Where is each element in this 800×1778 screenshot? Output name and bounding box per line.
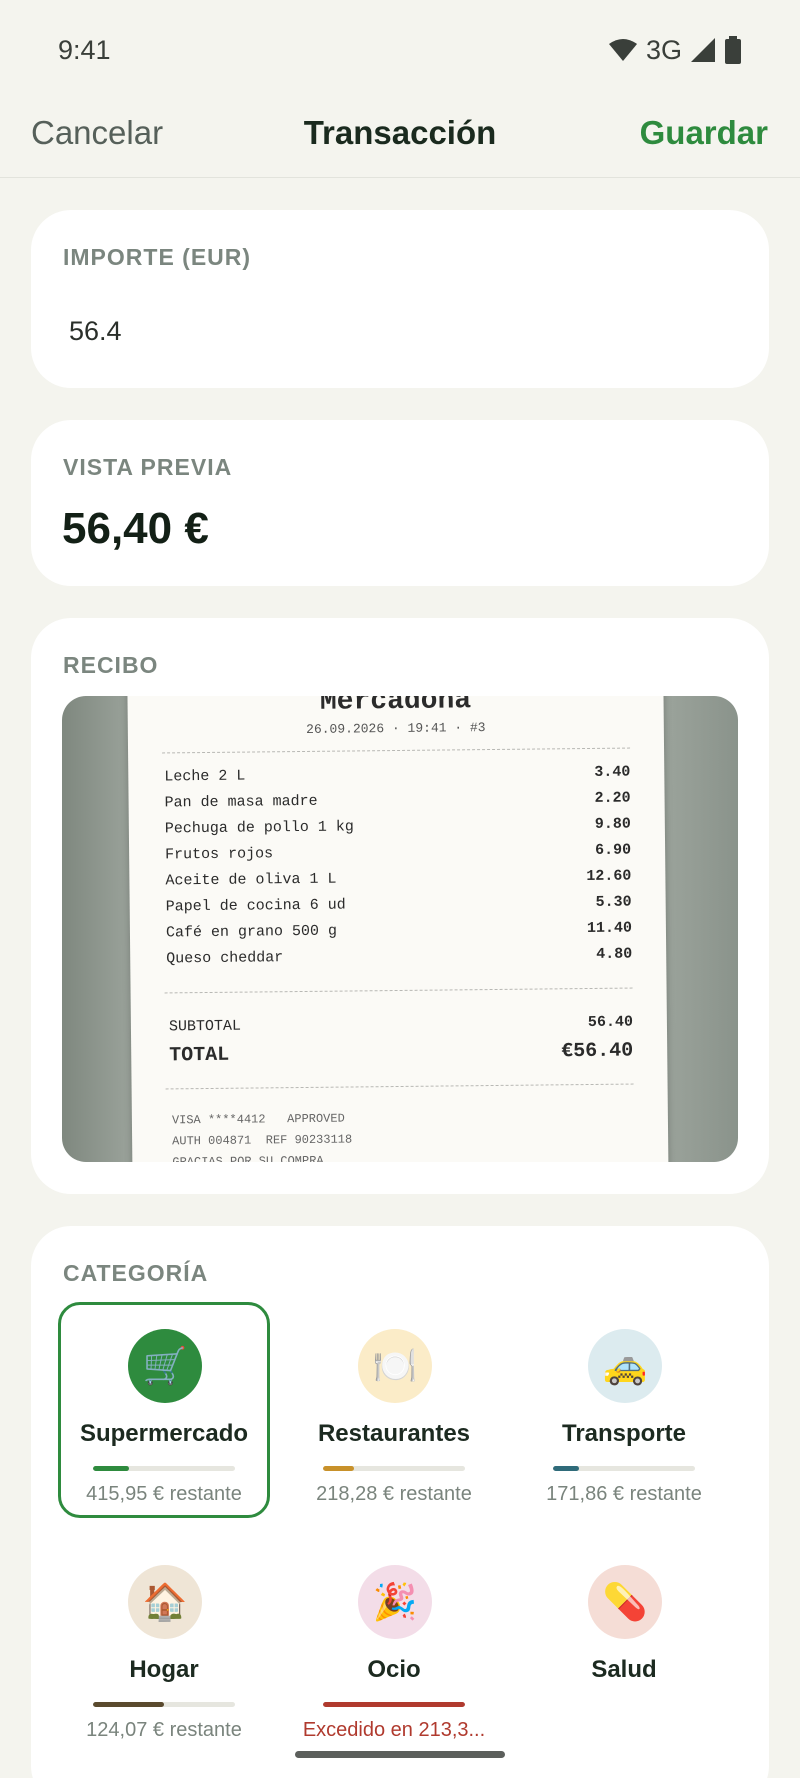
receipt-item-price: 5.30	[595, 893, 632, 911]
category-name: Transporte	[561, 1420, 687, 1447]
receipt-paper: Mercadona 26.09.2026 · 19:41 · #3 Leche …	[127, 696, 669, 1162]
preview-amount: 56,40 €	[62, 504, 209, 553]
category-card: CATEGORÍA 🛒 Supermercado 415,95 € restante…	[31, 1226, 769, 1778]
category-icon: 🛒	[128, 1329, 202, 1403]
category-tile-restaurantes[interactable]: 🍽️ Restaurantes 218,28 € restante	[288, 1302, 500, 1518]
category-tile-ocio[interactable]: 🎉 Ocio Excedido en 213,3...	[288, 1538, 500, 1754]
receipt-divider	[164, 987, 633, 994]
category-name: Hogar	[129, 1656, 199, 1683]
receipt-item-name: Queso cheddar	[166, 949, 284, 968]
amount-label: IMPORTE (EUR)	[63, 244, 252, 270]
wifi-icon	[608, 38, 638, 62]
status-bar: 9:41 3G	[0, 0, 800, 100]
receipt-subtotal-value: 56.40	[587, 1013, 634, 1032]
category-icon: 🎉	[358, 1565, 432, 1639]
category-budget-fill	[323, 1466, 355, 1471]
receipt-item-price: 9.80	[594, 815, 631, 833]
receipt-photo[interactable]: Mercadona 26.09.2026 · 19:41 · #3 Leche …	[62, 696, 738, 1162]
network-type: 3G	[645, 34, 682, 65]
category-tile-supermercado[interactable]: 🛒 Supermercado 415,95 € restante	[58, 1302, 270, 1518]
receipt-label: RECIBO	[63, 652, 159, 678]
category-budget-fill	[553, 1466, 579, 1471]
category-budget-fill	[323, 1702, 465, 1707]
category-budget-bar	[323, 1702, 465, 1707]
receipt-item-name: Aceite de oliva 1 L	[165, 870, 337, 890]
status-time: 9:41	[58, 34, 111, 65]
category-remaining: 171,86 € restante	[546, 1483, 702, 1505]
receipt-item-name: Café en grano 500 g	[165, 922, 338, 942]
top-app-bar: Cancelar Transacción Guardar	[0, 100, 800, 178]
save-button[interactable]: Guardar	[640, 114, 768, 152]
category-icon: 💊	[588, 1565, 662, 1639]
category-tile-salud[interactable]: 💊 Salud	[518, 1538, 730, 1754]
category-remaining: 415,95 € restante	[86, 1483, 242, 1505]
category-remaining: 124,07 € restante	[86, 1719, 242, 1741]
category-icon: 🚕	[588, 1329, 662, 1403]
receipt-meta: 26.09.2026 · 19:41 · #3	[306, 720, 486, 737]
receipt-item-price: 6.90	[595, 841, 632, 859]
receipt-item-name: Frutos rojos	[165, 845, 274, 864]
category-budget-bar	[553, 1466, 695, 1471]
receipt-divider	[165, 1083, 634, 1090]
receipt-footer: VISA ****4412 APPROVED AUTH 004871 REF 9…	[171, 1111, 353, 1162]
receipt-total-label: TOTAL	[169, 1043, 230, 1068]
receipt-item-name: Leche 2 L	[164, 767, 246, 786]
category-budget-bar	[323, 1466, 465, 1471]
receipt-item-name: Pechuga de pollo 1 kg	[164, 818, 354, 838]
receipt-item-price: 4.80	[596, 945, 633, 963]
category-name: Restaurantes	[317, 1420, 471, 1447]
receipt-subtotal-label: SUBTOTAL	[168, 1017, 242, 1036]
battery-icon	[724, 36, 742, 64]
category-budget-fill	[93, 1702, 164, 1707]
amount-card: IMPORTE (EUR)	[31, 210, 769, 388]
category-label: CATEGORÍA	[63, 1260, 209, 1286]
amount-input[interactable]	[69, 306, 729, 356]
category-budget-bar	[93, 1466, 235, 1471]
category-icon: 🏠	[128, 1565, 202, 1639]
category-name: Salud	[591, 1656, 657, 1683]
receipt-card: RECIBO Mercadona 26.09.2026 · 19:41 · #3…	[31, 618, 769, 1194]
receipt-store-name: Mercadona	[319, 696, 472, 718]
category-name: Supermercado	[79, 1420, 249, 1447]
receipt-line-item: Queso cheddar 4.80	[166, 946, 632, 977]
receipt-item-name: Pan de masa madre	[164, 792, 318, 812]
category-budget-bar	[93, 1702, 235, 1707]
category-remaining: Excedido en 213,3...	[302, 1719, 486, 1741]
category-icon: 🍽️	[358, 1329, 432, 1403]
receipt-item-price: 2.20	[594, 789, 631, 807]
receipt-item-price: 12.60	[586, 867, 632, 886]
receipt-divider	[162, 747, 631, 754]
receipt-items: Leche 2 L 3.40 Pan de masa madre 2.20 Pechug…	[164, 764, 632, 977]
home-indicator	[295, 1751, 505, 1758]
category-budget-fill	[93, 1466, 129, 1471]
category-tile-hogar[interactable]: 🏠 Hogar 124,07 € restante	[58, 1538, 270, 1754]
preview-label: VISTA PREVIA	[63, 454, 233, 480]
receipt-total-value: €56.40	[561, 1039, 634, 1064]
preview-card: VISTA PREVIA 56,40 €	[31, 420, 769, 586]
receipt-subtotal-row: SUBTOTAL 56.40	[169, 1014, 633, 1036]
receipt-total-row: TOTAL €56.40	[169, 1040, 633, 1068]
receipt-item-name: Papel de cocina 6 ud	[165, 896, 346, 916]
receipt-item-price: 3.40	[594, 763, 631, 781]
status-icons: 3G	[608, 35, 742, 66]
category-name: Ocio	[367, 1656, 421, 1683]
category-tile-transporte[interactable]: 🚕 Transporte 171,86 € restante	[518, 1302, 730, 1518]
cellular-signal-icon	[690, 37, 716, 63]
receipt-item-price: 11.40	[586, 919, 633, 938]
category-remaining: 218,28 € restante	[316, 1483, 472, 1505]
